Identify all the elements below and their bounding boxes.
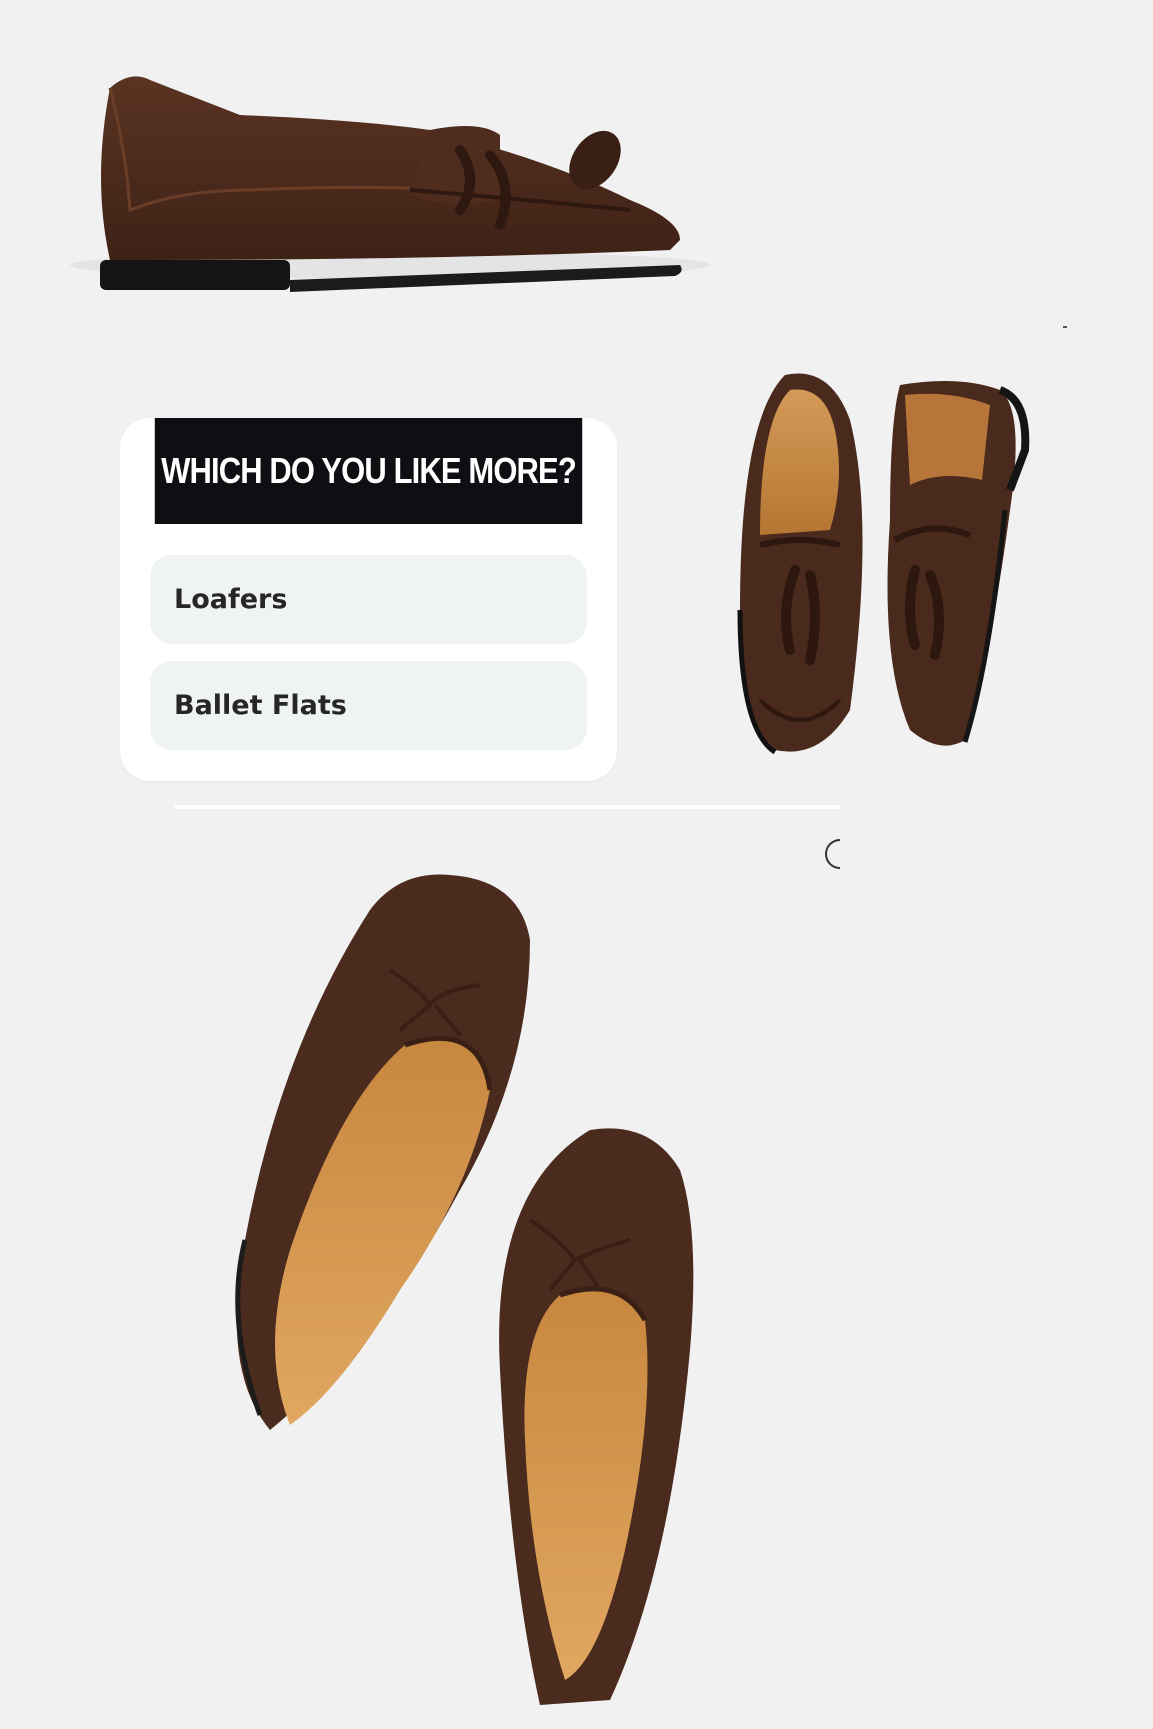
ballet-flats-image — [235, 874, 694, 1705]
loafer-side-image — [70, 76, 710, 292]
loading-spinner-icon — [825, 839, 841, 869]
poll-question: WHICH DO YOU LIKE MORE? — [154, 418, 583, 524]
poll-option-ballet-flats[interactable]: Ballet Flats — [150, 661, 587, 750]
poll-option-label: Loafers — [174, 584, 288, 615]
stray-dot — [1063, 326, 1067, 328]
loafer-pair-image — [737, 373, 1030, 755]
poll-option-label: Ballet Flats — [174, 690, 347, 721]
poll-option-loafers[interactable]: Loafers — [150, 555, 587, 644]
poll-sticker: WHICH DO YOU LIKE MORE? Loafers Ballet F… — [120, 418, 617, 781]
divider-line — [175, 805, 840, 809]
